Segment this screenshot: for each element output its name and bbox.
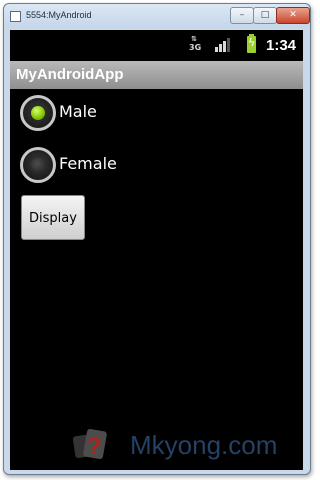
status-bar: ⇅ 3G ϟ 1:34	[10, 30, 303, 61]
window-titlebar[interactable]: 5554:MyAndroid – □ ✕	[4, 4, 310, 28]
radio-label[interactable]: Female	[59, 154, 117, 173]
close-button[interactable]: ✕	[276, 7, 310, 24]
battery-charging-icon: ϟ	[247, 34, 256, 53]
radio-button-icon[interactable]	[20, 147, 56, 183]
emulator-window: 5554:MyAndroid – □ ✕ ⇅ 3G ϟ 1:34 MyAndro…	[3, 3, 311, 475]
network-3g-icon: ⇅ 3G	[189, 36, 203, 54]
radio-button-icon[interactable]	[20, 95, 56, 131]
signal-bar	[215, 47, 218, 52]
signal-bar	[227, 38, 230, 52]
watermark-text: Mkyong.com	[130, 430, 278, 460]
charging-bolt-icon: ϟ	[248, 36, 256, 49]
data-arrows-icon: ⇅	[191, 35, 197, 43]
signal-bar	[223, 41, 226, 52]
radio-unchecked-dot	[31, 158, 45, 172]
window-app-icon	[10, 11, 21, 22]
app-title: MyAndroidApp	[16, 66, 124, 83]
radio-female[interactable]: Female	[20, 147, 220, 185]
window-title: 5554:MyAndroid	[26, 10, 92, 20]
svg-text:?: ?	[87, 433, 102, 460]
maximize-button[interactable]: □	[253, 7, 277, 24]
status-clock: 1:34	[266, 37, 297, 54]
signal-strength-icon	[215, 38, 233, 52]
app-title-bar: MyAndroidApp	[10, 61, 303, 89]
display-button[interactable]: Display	[21, 195, 85, 240]
radio-checked-dot	[31, 106, 45, 120]
watermark: ? Mkyong.com	[72, 426, 302, 464]
minimize-button[interactable]: –	[230, 7, 254, 24]
signal-bar	[219, 44, 222, 52]
question-mark-logo-icon: ?	[72, 428, 107, 460]
device-screen: ⇅ 3G ϟ 1:34 MyAndroidApp Male Female Dis…	[10, 30, 303, 470]
radio-label[interactable]: Male	[59, 102, 97, 121]
network-type-label: 3G	[189, 43, 202, 52]
radio-male[interactable]: Male	[20, 95, 220, 133]
